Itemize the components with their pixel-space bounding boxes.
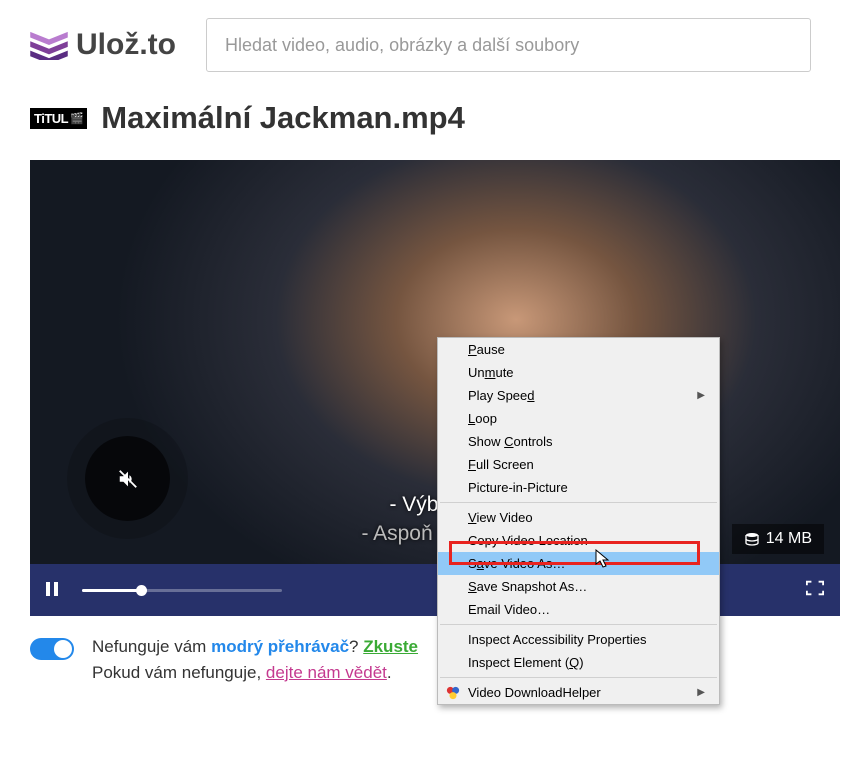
- chevron-right-icon: ▶: [697, 390, 705, 401]
- disk-icon: [744, 531, 760, 547]
- ctx-view-video[interactable]: View Video: [438, 506, 719, 529]
- pause-button[interactable]: [46, 582, 64, 599]
- ctx-inspect-a11y[interactable]: Inspect Accessibility Properties: [438, 628, 719, 651]
- footer-text: Nefunguje vám modrý přehrávač? Zkuste Po…: [92, 634, 418, 685]
- ctx-show-controls[interactable]: Show Controls: [438, 430, 719, 453]
- logo[interactable]: Ulož.to: [30, 28, 176, 62]
- separator: [440, 624, 717, 625]
- camera-icon: 🎬: [70, 112, 83, 125]
- seek-progress: [82, 589, 142, 592]
- dlhelper-icon: [446, 686, 460, 700]
- separator: [440, 677, 717, 678]
- try-link[interactable]: Zkuste: [363, 637, 418, 656]
- ctx-unmute[interactable]: Unmute: [438, 361, 719, 384]
- feedback-link[interactable]: dejte nám vědět: [266, 663, 387, 682]
- mute-icon: [117, 468, 139, 490]
- ctx-save-video-as[interactable]: Save Video As…: [438, 552, 719, 575]
- fullscreen-button[interactable]: [806, 580, 824, 600]
- blue-player-link[interactable]: modrý přehrávač: [211, 637, 349, 656]
- ctx-pause[interactable]: Pause: [438, 338, 719, 361]
- player-toggle[interactable]: [30, 638, 74, 660]
- context-menu: Pause Unmute Play Speed▶ Loop Show Contr…: [437, 337, 720, 705]
- logo-text: Ulož.to: [76, 28, 176, 62]
- ctx-fullscreen[interactable]: Full Screen: [438, 453, 719, 476]
- seek-bar[interactable]: [82, 589, 282, 592]
- ctx-download-helper[interactable]: Video DownloadHelper▶: [438, 681, 719, 704]
- fullscreen-icon: [806, 580, 824, 596]
- ctx-email-video[interactable]: Email Video…: [438, 598, 719, 621]
- ctx-play-speed[interactable]: Play Speed▶: [438, 384, 719, 407]
- title-row: TiTUL🎬 Maximální Jackman.mp4: [30, 100, 811, 136]
- logo-icon: [30, 30, 68, 60]
- search-wrap: [206, 18, 811, 72]
- file-size-badge: 14 MB: [732, 524, 824, 554]
- subtitle-badge: TiTUL🎬: [30, 108, 87, 129]
- pause-icon: [46, 582, 58, 596]
- search-input[interactable]: [206, 18, 811, 72]
- chevron-right-icon: ▶: [697, 687, 705, 698]
- ctx-save-snapshot[interactable]: Save Snapshot As…: [438, 575, 719, 598]
- ctx-pip[interactable]: Picture-in-Picture: [438, 476, 719, 499]
- ctx-loop[interactable]: Loop: [438, 407, 719, 430]
- header: Ulož.to: [0, 0, 841, 100]
- ctx-inspect-element[interactable]: Inspect Element (Q): [438, 651, 719, 674]
- ctx-copy-location[interactable]: Copy Video Location: [438, 529, 719, 552]
- separator: [440, 502, 717, 503]
- file-title: Maximální Jackman.mp4: [101, 100, 465, 136]
- mute-button[interactable]: [85, 436, 170, 521]
